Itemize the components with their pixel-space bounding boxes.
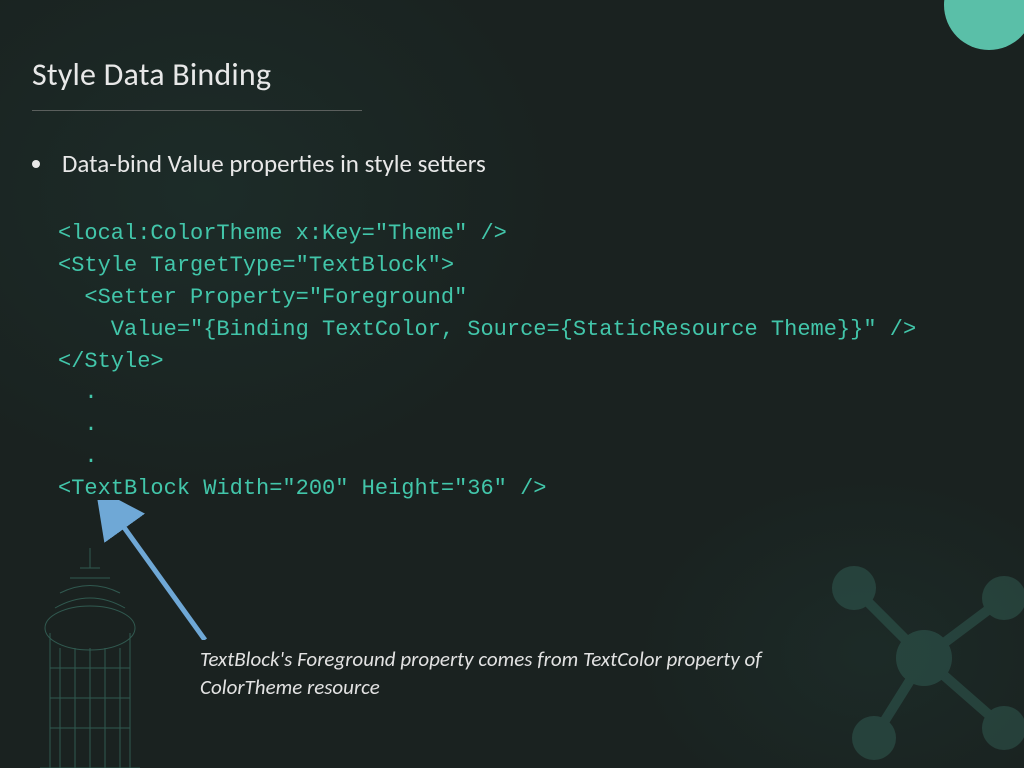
- bullet-dot-icon: [32, 160, 40, 168]
- bullet-text: Data-bind Value properties in style sett…: [62, 148, 486, 179]
- slide: Style Data Binding Data-bind Value prope…: [0, 0, 1024, 768]
- building-silhouette-icon: [0, 548, 180, 768]
- code-snippet: <local:ColorTheme x:Key="Theme" /> <Styl…: [58, 218, 916, 505]
- title-underline: [32, 110, 362, 111]
- callout-caption: TextBlock's Foreground property comes fr…: [200, 645, 800, 702]
- callout-arrow-icon: [95, 500, 225, 640]
- corner-accent-dot: [944, 0, 1024, 50]
- slide-title: Style Data Binding: [32, 55, 271, 94]
- bullet-item: Data-bind Value properties in style sett…: [32, 148, 486, 179]
- molecule-icon: [794, 528, 1024, 768]
